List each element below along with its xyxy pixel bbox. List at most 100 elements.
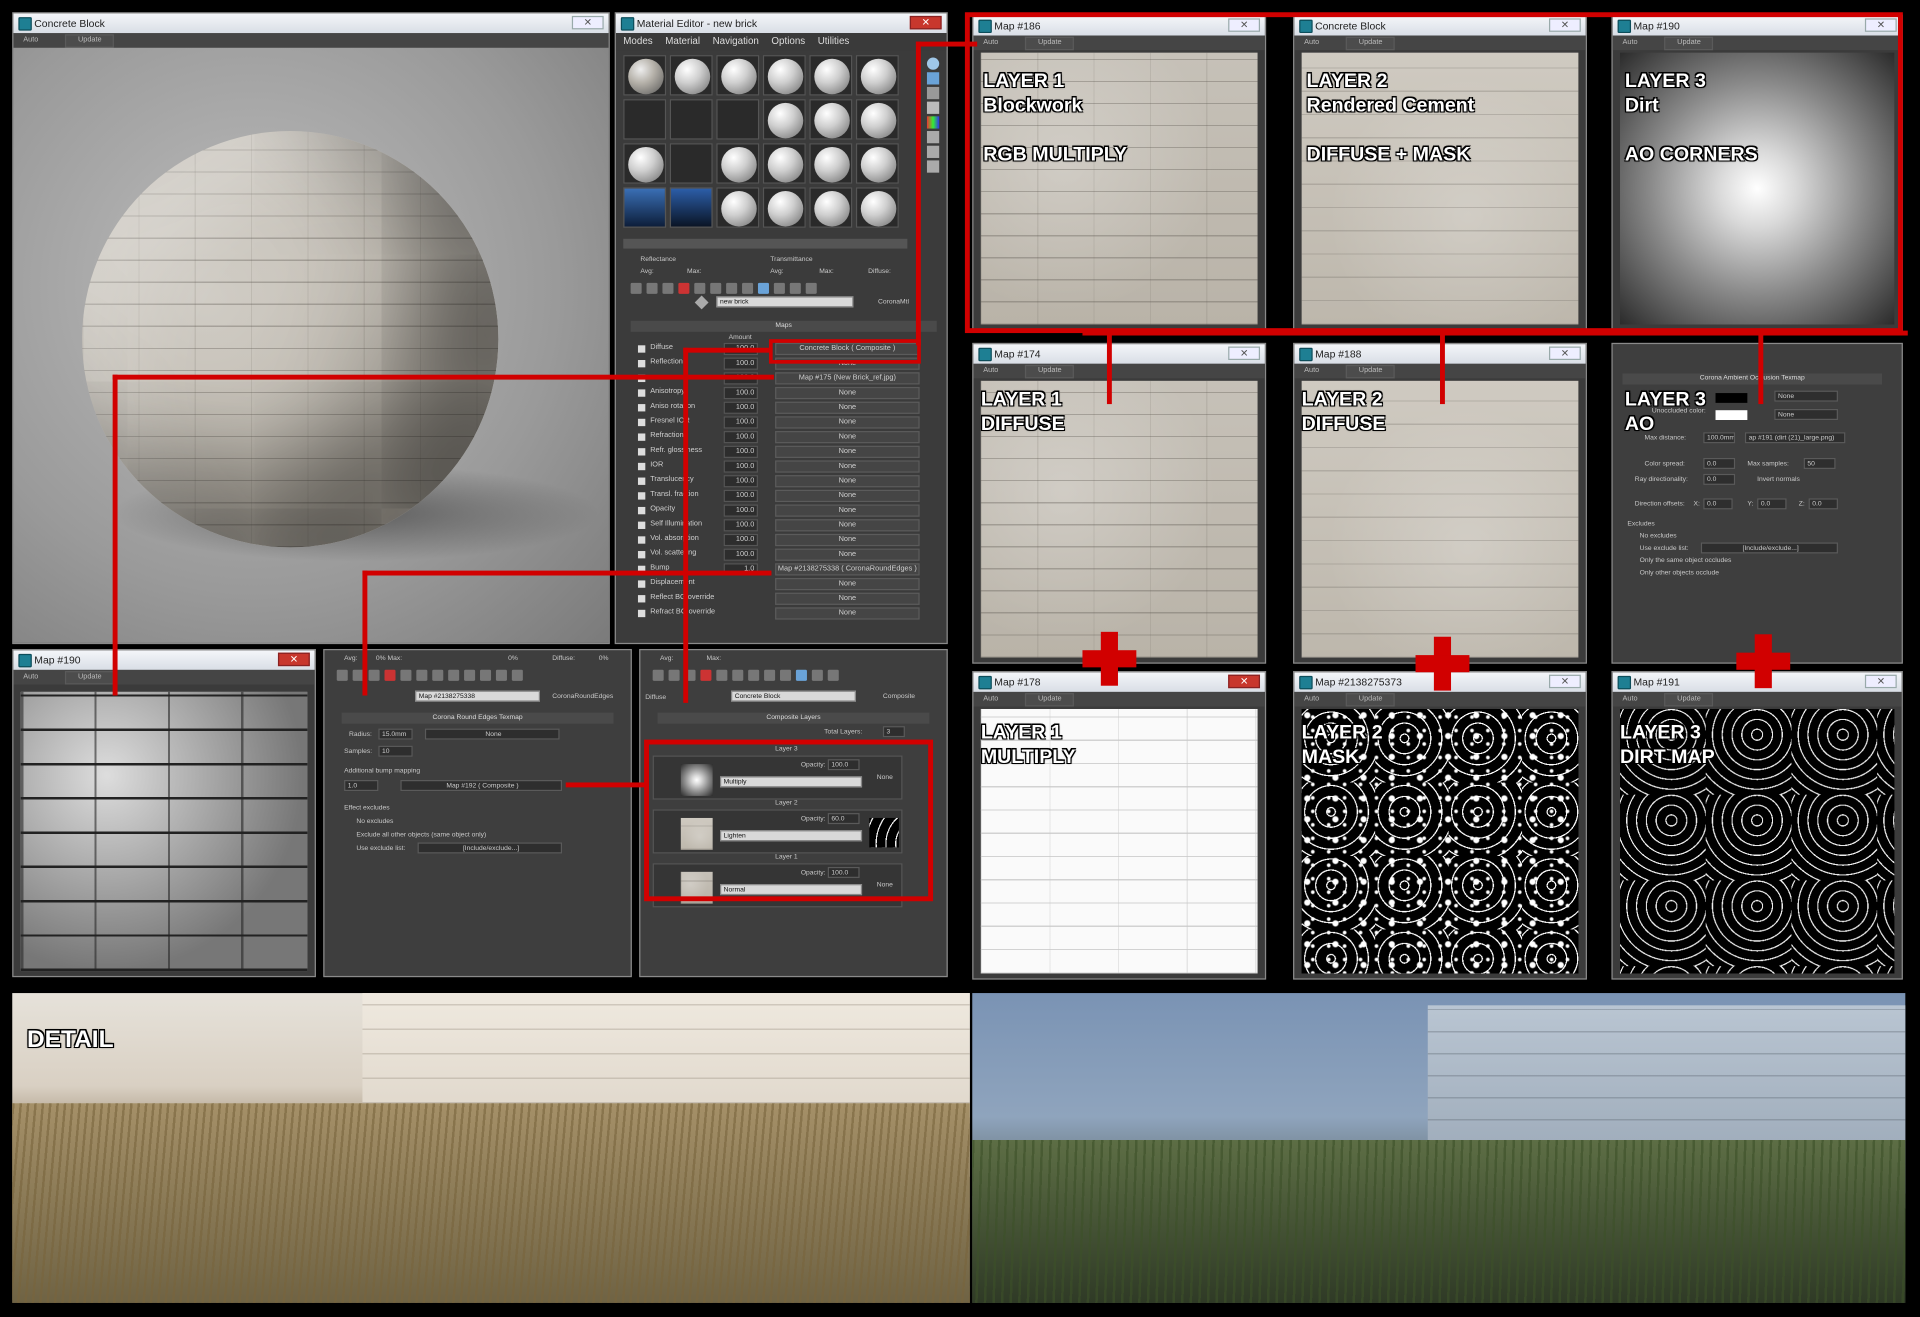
- map-row[interactable]: Refract BG override None: [631, 607, 940, 620]
- auto-checkbox[interactable]: Auto: [983, 692, 998, 707]
- max-samples-field[interactable]: 50: [1803, 457, 1836, 469]
- menu-options[interactable]: Options: [771, 36, 805, 47]
- include-exclude-button[interactable]: [Include/exclude...]: [417, 842, 563, 854]
- assign-icon[interactable]: [662, 282, 674, 294]
- material-editor-titlebar[interactable]: Material Editor - new brick ✕: [615, 13, 947, 34]
- map-row[interactable]: Aniso rotation 100.0 None: [631, 401, 940, 415]
- update-button[interactable]: Update: [1025, 364, 1075, 379]
- offset-y-field[interactable]: 0.0: [1757, 498, 1787, 510]
- sample-slot[interactable]: [855, 55, 899, 96]
- only-other-radio[interactable]: Only other objects occlude: [1640, 569, 1719, 576]
- round-edges-header[interactable]: Corona Round Edges Texmap: [341, 712, 614, 724]
- update-button[interactable]: Update: [1025, 693, 1075, 707]
- menu-utilities[interactable]: Utilities: [818, 36, 850, 47]
- ao-map-none-1[interactable]: None: [1774, 390, 1838, 402]
- sample-slot[interactable]: [669, 99, 713, 140]
- sample-slot[interactable]: [855, 187, 899, 228]
- preview-icon[interactable]: [926, 131, 940, 144]
- material-type-button[interactable]: CoronaMtl: [878, 299, 909, 306]
- sample-slot[interactable]: [809, 187, 853, 228]
- invert-normals-checkbox[interactable]: Invert normals: [1757, 476, 1800, 483]
- show-map-icon[interactable]: [757, 282, 769, 294]
- close-icon[interactable]: ✕: [909, 15, 942, 30]
- total-layers-field[interactable]: 3: [882, 726, 905, 738]
- map-row[interactable]: Transl. fraction 100.0 None: [631, 489, 940, 503]
- go-parent-icon[interactable]: [789, 282, 801, 294]
- reset-icon[interactable]: [678, 282, 690, 294]
- auto-checkbox[interactable]: Auto: [1622, 692, 1637, 707]
- maps-rollout-header[interactable]: Maps: [630, 320, 937, 332]
- ao-map-none-2[interactable]: None: [1774, 408, 1838, 421]
- composite-type-button[interactable]: Composite: [883, 693, 915, 700]
- map-row[interactable]: IOR 100.0 None: [631, 460, 940, 473]
- bump-amount-field[interactable]: 1.0: [344, 780, 379, 792]
- bump-map-button[interactable]: Map #2138275338 ( CoronaRoundEdges ): [775, 563, 920, 576]
- sample-slot[interactable]: [809, 55, 853, 96]
- sample-slot[interactable]: [762, 99, 806, 140]
- map-row[interactable]: Vol. absorption 100.0 None: [631, 533, 940, 547]
- video-color-icon[interactable]: [926, 116, 940, 129]
- sample-slot[interactable]: [623, 187, 667, 228]
- scrollbar[interactable]: [623, 238, 908, 249]
- unique-icon[interactable]: [710, 282, 722, 294]
- sample-type-icon[interactable]: [926, 57, 940, 70]
- auto-checkbox[interactable]: Auto: [1304, 692, 1319, 707]
- ray-dir-field[interactable]: 0.0: [1703, 473, 1736, 485]
- sample-slot[interactable]: [623, 99, 667, 140]
- select-by-material-icon[interactable]: [926, 160, 940, 173]
- sample-slot[interactable]: [716, 143, 760, 184]
- sample-slot[interactable]: [762, 55, 806, 96]
- sample-slot[interactable]: [669, 187, 713, 228]
- map-row[interactable]: Reflect BG override None: [631, 592, 940, 606]
- close-icon[interactable]: ✕: [1228, 674, 1261, 689]
- use-exclude-radio[interactable]: Use exclude list:: [1640, 545, 1689, 552]
- map-row[interactable]: Anisotropy 100.0 None: [631, 386, 940, 400]
- occluded-swatch[interactable]: [1715, 410, 1748, 421]
- no-excludes-radio[interactable]: No excludes: [356, 818, 393, 825]
- sample-slot[interactable]: [669, 143, 713, 184]
- only-same-radio[interactable]: Only the same object occludes: [1640, 557, 1732, 564]
- ao-texmap-header[interactable]: Corona Ambient Occlusion Texmap: [1622, 373, 1883, 385]
- go-sibling-icon[interactable]: [805, 282, 817, 294]
- radius-field[interactable]: 15.0mm: [378, 728, 413, 740]
- library-icon[interactable]: [726, 282, 738, 294]
- material-editor-window[interactable]: Material Editor - new brick ✕ Modes Mater…: [614, 12, 948, 645]
- map-row[interactable]: Opacity 100.0 None: [631, 504, 940, 517]
- map-row[interactable]: Refraction 100.0 None: [631, 431, 940, 444]
- include-exclude-button[interactable]: [Include/exclude...]: [1700, 542, 1838, 554]
- sample-slot[interactable]: [809, 99, 853, 140]
- close-icon[interactable]: ✕: [1864, 674, 1897, 689]
- menu-material[interactable]: Material: [665, 36, 700, 47]
- map-row[interactable]: Self Illumination 100.0 None: [631, 519, 940, 532]
- map-row[interactable]: Translucency 100.0 None: [631, 475, 940, 488]
- update-button[interactable]: Update: [1346, 693, 1396, 707]
- eyedropper-icon[interactable]: [694, 295, 709, 310]
- radius-map-button[interactable]: None: [424, 728, 560, 740]
- ao-texmap-window[interactable]: Corona Ambient Occlusion Texmap LAYER 3 …: [1611, 342, 1903, 664]
- auto-checkbox[interactable]: Auto: [1304, 364, 1319, 379]
- samples-field[interactable]: 10: [378, 745, 413, 757]
- map-2138275373-window[interactable]: Map #2138275373 ✕ Auto Update LAYER 2 MASK: [1293, 671, 1587, 980]
- copy-icon[interactable]: [694, 282, 706, 294]
- use-exclude-radio[interactable]: Use exclude list:: [356, 845, 405, 852]
- color-spread-field[interactable]: 0.0: [1703, 457, 1736, 469]
- close-icon[interactable]: ✕: [571, 15, 604, 30]
- update-button[interactable]: Update: [1346, 364, 1396, 379]
- menu-navigation[interactable]: Navigation: [713, 36, 759, 47]
- background-icon[interactable]: [926, 86, 940, 100]
- auto-checkbox[interactable]: Auto: [23, 33, 38, 48]
- map-178-window[interactable]: Map #178 ✕ Auto Update LAYER 1 MULTIPLY: [972, 671, 1267, 980]
- map-row[interactable]: Displacement None: [631, 577, 940, 591]
- sample-slot[interactable]: [716, 187, 760, 228]
- map-row[interactable]: Refr. glossiness 100.0 None: [631, 445, 940, 459]
- close-icon[interactable]: ✕: [1548, 346, 1581, 361]
- menu-modes[interactable]: Modes: [623, 36, 652, 47]
- map-174-window[interactable]: Map #174 ✕ Auto Update LAYER 1 DIFFUSE: [972, 342, 1267, 664]
- map-name-field[interactable]: Map #2138275338: [415, 690, 541, 702]
- exclude-all-radio[interactable]: Exclude all other objects (same object o…: [356, 831, 486, 838]
- close-icon[interactable]: ✕: [1228, 346, 1261, 361]
- bump-map-button[interactable]: Map #192 ( Composite ): [400, 780, 563, 792]
- uv-tiling-icon[interactable]: [926, 101, 940, 114]
- sample-slot[interactable]: [855, 99, 899, 140]
- material-name-field[interactable]: new brick: [716, 296, 854, 308]
